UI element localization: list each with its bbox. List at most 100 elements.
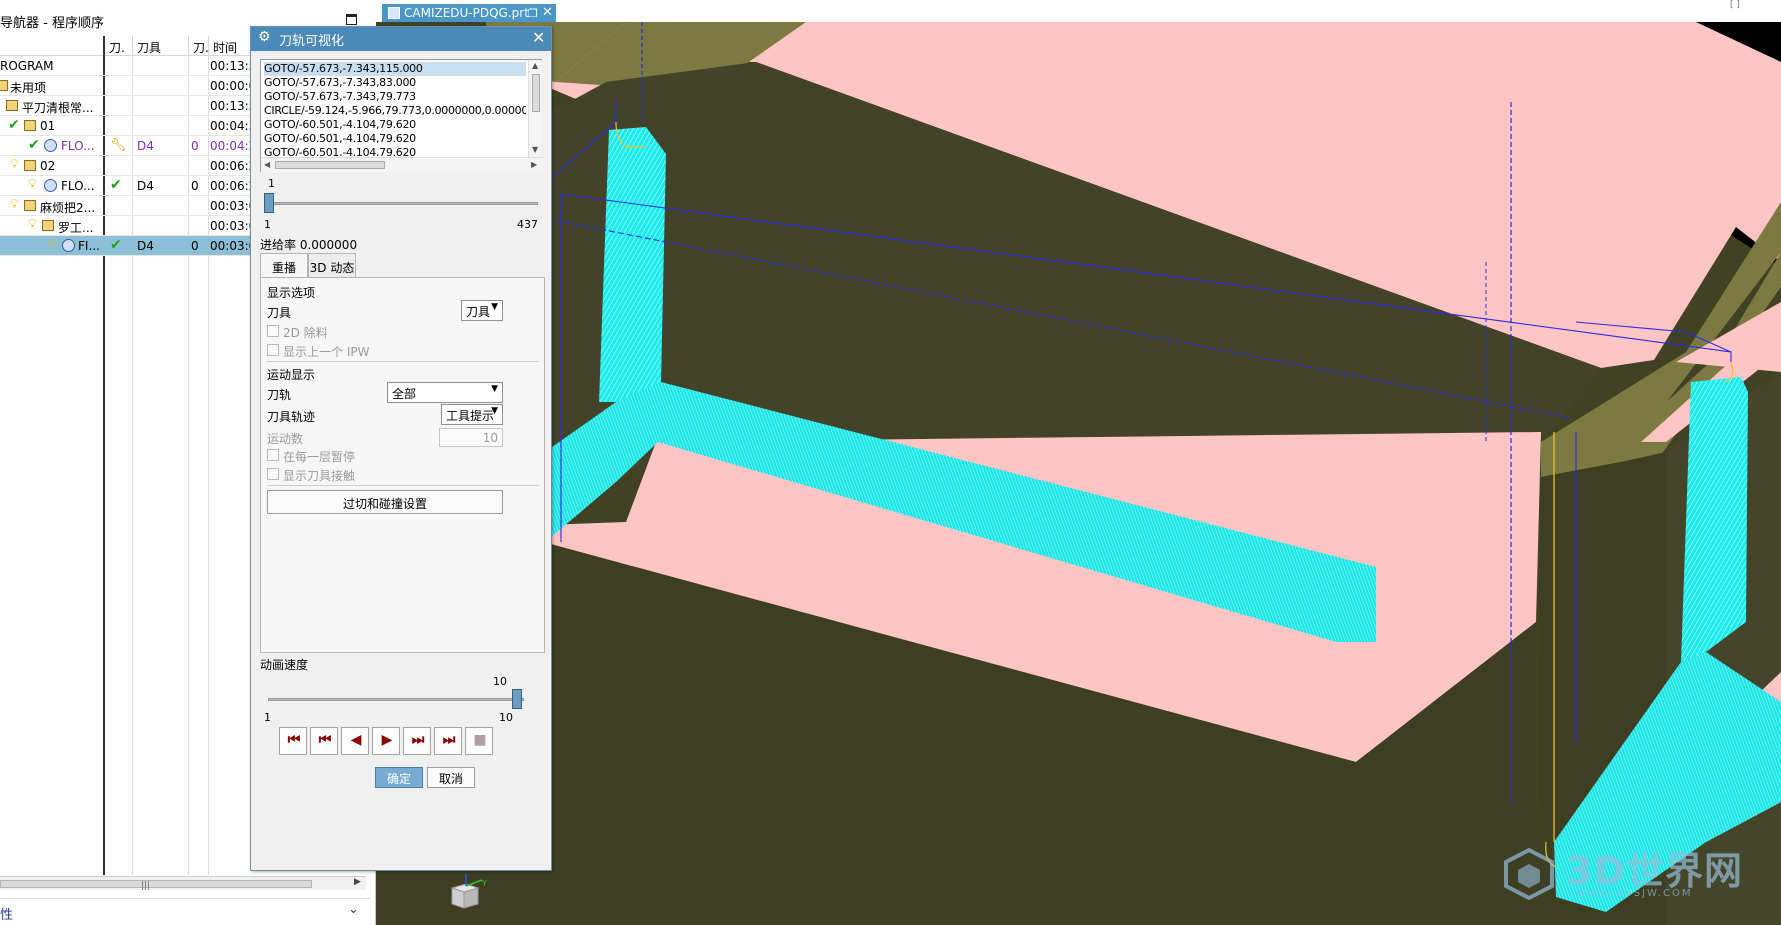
motion-count-input[interactable]: 10 xyxy=(439,428,503,447)
properties-panel-header[interactable]: 性 ⌄ xyxy=(0,898,370,924)
folder-icon xyxy=(42,220,54,231)
motion-count-label: 运动数 xyxy=(267,432,304,446)
tool-trace-value: 工具提示 xyxy=(446,409,495,423)
scroll-right-arrow-icon[interactable]: ▶ xyxy=(354,877,361,887)
speed-slider-track[interactable] xyxy=(268,698,524,701)
scroll-left-arrow-icon[interactable]: ◀ xyxy=(264,160,270,169)
view-triad[interactable]: Y xyxy=(448,874,488,914)
tab-replay[interactable]: 重播 xyxy=(260,253,308,279)
step-forward-icon: ⏭ xyxy=(411,732,425,748)
row-name: 麻烦把2... xyxy=(40,201,96,215)
folder-icon xyxy=(24,120,36,131)
gouge-collision-settings-button[interactable]: 过切和碰撞设置 xyxy=(267,490,503,514)
model-view xyxy=(376,22,1781,925)
watermark-text: 3D世界网 xyxy=(1566,849,1743,893)
row-tool: D4 xyxy=(137,139,154,153)
col-tool[interactable]: 刀具 xyxy=(132,36,188,55)
row-name: FLO... xyxy=(61,139,95,153)
code-line[interactable]: GOTO/-57.673,-7.343,79.773 xyxy=(264,90,526,104)
position-current: 1 xyxy=(268,177,275,190)
file-tab[interactable]: CAMIZEDU-PDQG.prt ❐ ✕ xyxy=(382,4,556,24)
stop-button[interactable]: ■ xyxy=(465,727,493,755)
code-line[interactable]: CIRCLE/-59.124,-5.966,79.773,0.0000000,0… xyxy=(264,104,526,118)
col-tool-change[interactable]: 刀. xyxy=(104,36,132,55)
row-name: FLO... xyxy=(61,179,95,193)
scrollbar-thumb[interactable] xyxy=(532,74,540,112)
forward-to-end-button[interactable]: ⏭ xyxy=(434,727,462,755)
checkmark-icon: ✔ xyxy=(8,117,20,133)
tab-3d-dynamic[interactable]: 3D 动态 xyxy=(308,253,356,278)
speed-slider-thumb[interactable] xyxy=(512,689,522,709)
step-back-button[interactable]: ⏮ xyxy=(310,727,338,755)
position-max: 437 xyxy=(517,218,538,231)
navigator-horizontal-scrollbar[interactable]: ||| ▶ xyxy=(0,876,366,891)
tool-display-value: 刀具 xyxy=(466,305,491,319)
play-forward-button[interactable]: ▶ xyxy=(372,727,400,755)
row-tool-num: 0 xyxy=(191,179,199,193)
checkbox-previous-ipw-label: 显示上一个 IPW xyxy=(283,345,370,359)
chevron-down-icon[interactable]: ⌄ xyxy=(348,902,359,917)
close-tab-icon[interactable]: ✕ xyxy=(542,5,553,20)
scroll-down-arrow-icon[interactable]: ▼ xyxy=(532,145,538,154)
position-slider-track[interactable] xyxy=(268,202,538,205)
operation-icon xyxy=(62,239,75,252)
code-line[interactable]: GOTO/-60.501,-4.104,79.620 xyxy=(264,118,526,132)
checkbox-show-tool-contact[interactable] xyxy=(267,468,279,480)
path-value: 全部 xyxy=(392,387,417,401)
dialog-titlebar[interactable]: ⚙ 刀轨可视化 ✕ xyxy=(251,27,551,51)
bulb-icon: 💡︎ xyxy=(10,197,20,212)
triad-icon: Y xyxy=(450,874,487,909)
scrollbar-thumb[interactable]: ||| xyxy=(0,880,312,891)
grip-icon: ||| xyxy=(141,881,151,891)
code-line-selected[interactable]: GOTO/-57.673,-7.343,115.000 xyxy=(264,62,526,76)
scroll-right-arrow-icon[interactable]: ▶ xyxy=(531,160,537,169)
scrollbar-thumb[interactable] xyxy=(275,161,385,169)
row-name: 罗工... xyxy=(58,221,94,235)
step-forward-button[interactable]: ⏭ xyxy=(403,727,431,755)
col-name[interactable] xyxy=(0,36,104,55)
cancel-button[interactable]: 取消 xyxy=(427,767,475,788)
path-select[interactable]: 全部 ▼ xyxy=(387,382,503,403)
stop-icon: ■ xyxy=(473,732,486,748)
bulb-icon: 💡︎ xyxy=(28,177,38,192)
rewind-to-start-button[interactable]: ⏮ xyxy=(279,727,307,755)
code-vertical-scrollbar[interactable]: ▲ ▼ xyxy=(528,60,542,157)
tool-trace-select[interactable]: 工具提示 ▼ xyxy=(441,404,503,425)
graphics-viewport[interactable] xyxy=(376,22,1781,925)
close-icon[interactable]: ✕ xyxy=(532,28,545,47)
bulb-icon: 💡︎ xyxy=(28,217,38,232)
code-horizontal-scrollbar[interactable]: ◀ ▶ xyxy=(261,157,543,172)
code-line[interactable]: GOTO/-60.501,-4.104,79.620 xyxy=(264,132,526,146)
properties-label: 性 xyxy=(0,908,14,923)
checkbox-2d-material-removal[interactable] xyxy=(267,325,279,337)
file-tab-bar xyxy=(376,0,1781,22)
ok-button[interactable]: 确定 xyxy=(375,767,423,788)
speed-max: 10 xyxy=(499,711,513,724)
gear-icon[interactable]: ⚙ xyxy=(258,29,271,45)
position-slider-thumb[interactable] xyxy=(264,193,274,213)
popout-icon[interactable]: ❐ xyxy=(528,7,538,20)
maximize-icon[interactable] xyxy=(346,14,357,25)
code-line[interactable]: GOTO/-57.673,-7.343,83.000 xyxy=(264,76,526,90)
scroll-up-arrow-icon[interactable]: ▲ xyxy=(532,61,538,70)
play-reverse-icon: ◀ xyxy=(350,732,362,748)
code-line[interactable]: GOTO/-60.501,-4.104,79.620 xyxy=(264,146,526,156)
checkmark-icon: ✔ xyxy=(110,177,122,193)
toolpath-code-list[interactable]: GOTO/-57.673,-7.343,115.000 GOTO/-57.673… xyxy=(260,59,543,172)
play-reverse-button[interactable]: ◀ xyxy=(341,727,369,755)
window-corner-icon: [ ] xyxy=(1730,0,1740,10)
section-display-options: 显示选项 xyxy=(267,286,316,300)
tool-display-select[interactable]: 刀具 ▼ xyxy=(461,300,503,321)
toolpath-column-right xyxy=(1681,377,1748,662)
watermark-cube-icon xyxy=(1504,847,1554,900)
toolpath-visualization-dialog: ⚙ 刀轨可视化 ✕ GOTO/-57.673,-7.343,115.000 GO… xyxy=(250,26,552,871)
col-tool-num[interactable]: 刀. xyxy=(188,36,208,55)
section-motion-display: 运动显示 xyxy=(267,368,316,382)
checkbox-show-previous-ipw[interactable] xyxy=(267,344,279,356)
bulb-icon: 💡︎ xyxy=(10,157,20,172)
watermark-subtext: WWW.3DSJW.COM xyxy=(1576,888,1693,899)
col-time[interactable]: 时间 xyxy=(208,36,256,55)
folder-icon xyxy=(24,160,36,171)
checkbox-pause-each-layer[interactable] xyxy=(267,449,279,461)
speed-min: 1 xyxy=(264,711,271,724)
